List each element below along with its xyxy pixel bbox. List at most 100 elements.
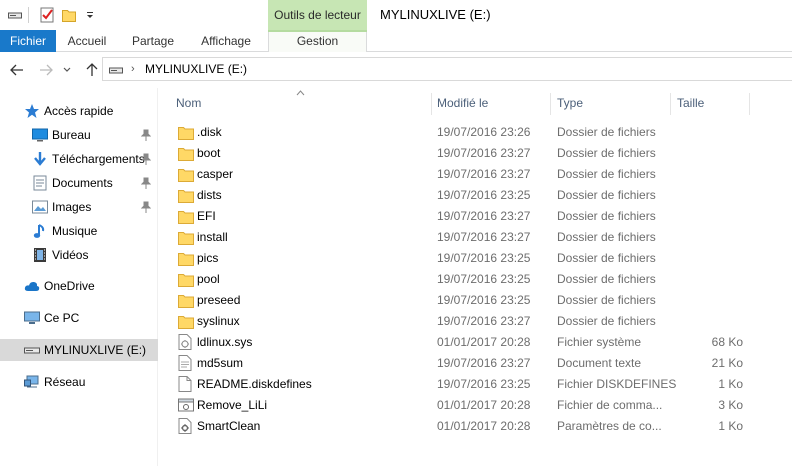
documents-icon <box>32 175 48 191</box>
file-type: Fichier de comma... <box>557 398 663 412</box>
sidebar-item-musique[interactable]: Musique <box>0 220 158 242</box>
file-row[interactable]: install 19/07/2016 23:27 Dossier de fich… <box>170 227 750 248</box>
file-type: Document texte <box>557 356 642 370</box>
sidebar-item-acces-rapide[interactable]: Accès rapide <box>0 100 158 122</box>
tab-affichage[interactable]: Affichage <box>191 30 261 52</box>
file-modified: 19/07/2016 23:27 <box>437 146 531 160</box>
config-file-icon <box>178 418 194 435</box>
tab-fichier[interactable]: Fichier <box>0 30 56 52</box>
column-header-modified[interactable]: Modifié le <box>437 88 549 118</box>
file-type: Dossier de fichiers <box>557 167 656 181</box>
breadcrumb-separator[interactable]: › <box>131 63 135 75</box>
images-icon <box>32 199 48 215</box>
pin-icon[interactable] <box>141 177 151 189</box>
ribbon-tabs: Fichier Accueil Partage Affichage Gestio… <box>0 30 792 52</box>
pin-icon[interactable] <box>141 201 151 213</box>
folder-icon <box>178 166 194 183</box>
sidebar-item-mylinuxlive[interactable]: MYLINUXLIVE (E:) <box>0 339 158 361</box>
file-row[interactable]: pool 19/07/2016 23:25 Dossier de fichier… <box>170 269 750 290</box>
sidebar-item-documents[interactable]: Documents <box>0 172 158 194</box>
videos-icon <box>32 247 48 263</box>
file-modified: 19/07/2016 23:25 <box>437 272 531 286</box>
folder-icon <box>178 124 194 141</box>
file-row[interactable]: dists 19/07/2016 23:25 Dossier de fichie… <box>170 185 750 206</box>
file-modified: 19/07/2016 23:27 <box>437 356 531 370</box>
column-divider[interactable] <box>550 93 551 115</box>
sidebar-label: Musique <box>52 224 98 238</box>
file-name: pool <box>197 272 220 286</box>
sidebar-label: Accès rapide <box>44 104 114 118</box>
file-name: md5sum <box>197 356 244 370</box>
folder-icon <box>178 292 194 309</box>
new-folder-icon[interactable] <box>61 6 77 24</box>
file-name: .disk <box>197 125 222 139</box>
up-arrow-icon[interactable] <box>83 61 101 79</box>
sidebar-item-videos[interactable]: Vidéos <box>0 244 158 266</box>
file-size: 21 Ko <box>711 356 743 370</box>
file-modified: 19/07/2016 23:25 <box>437 188 531 202</box>
sidebar-item-bureau[interactable]: Bureau <box>0 124 158 146</box>
properties-icon[interactable] <box>39 6 55 24</box>
column-divider[interactable] <box>670 93 671 115</box>
file-row[interactable]: syslinux 19/07/2016 23:27 Dossier de fic… <box>170 311 750 332</box>
back-arrow-icon[interactable] <box>8 61 26 79</box>
file-row[interactable]: preseed 19/07/2016 23:25 Dossier de fich… <box>170 290 750 311</box>
tab-gestion[interactable]: Gestion <box>268 30 367 52</box>
file-modified: 01/01/2017 20:28 <box>437 335 531 349</box>
sidebar-label: Réseau <box>44 375 86 389</box>
file-row[interactable]: casper 19/07/2016 23:27 Dossier de fichi… <box>170 164 750 185</box>
sidebar-label: OneDrive <box>44 279 95 293</box>
file-row[interactable]: EFI 19/07/2016 23:27 Dossier de fichiers <box>170 206 750 227</box>
file-row[interactable]: Remove_LiLi 01/01/2017 20:28 Fichier de … <box>170 395 750 416</box>
forward-arrow-icon[interactable] <box>37 61 55 79</box>
column-header-type[interactable]: Type <box>557 88 669 118</box>
file-row[interactable]: ldlinux.sys 01/01/2017 20:28 Fichier sys… <box>170 332 750 353</box>
tab-accueil[interactable]: Accueil <box>56 30 118 52</box>
folder-icon <box>178 250 194 267</box>
drive-icon <box>24 342 40 358</box>
desktop-icon <box>32 127 48 143</box>
folder-icon <box>178 208 194 225</box>
column-divider[interactable] <box>749 93 750 115</box>
download-icon <box>32 151 48 167</box>
file-name: pics <box>197 251 219 265</box>
system-file-icon <box>178 334 194 351</box>
file-modified: 19/07/2016 23:25 <box>437 251 531 265</box>
column-header-size[interactable]: Taille <box>677 88 747 118</box>
sidebar-item-telechargements[interactable]: Téléchargements <box>0 148 158 170</box>
column-divider[interactable] <box>431 93 432 115</box>
file-size: 1 Ko <box>718 419 743 433</box>
file-modified: 19/07/2016 23:27 <box>437 314 531 328</box>
file-row[interactable]: README.diskdefines 19/07/2016 23:25 Fich… <box>170 374 750 395</box>
file-row[interactable]: .disk 19/07/2016 23:26 Dossier de fichie… <box>170 122 750 143</box>
address-bar[interactable]: › MYLINUXLIVE (E:) <box>102 57 792 81</box>
file-row[interactable]: pics 19/07/2016 23:25 Dossier de fichier… <box>170 248 750 269</box>
star-icon <box>24 103 40 119</box>
pin-icon[interactable] <box>141 153 151 165</box>
breadcrumb-drive[interactable]: MYLINUXLIVE (E:) <box>145 62 247 76</box>
sidebar-item-images[interactable]: Images <box>0 196 158 218</box>
recent-locations-chevron-icon[interactable] <box>61 61 73 79</box>
file-modified: 19/07/2016 23:26 <box>437 125 531 139</box>
file-name: Remove_LiLi <box>197 398 268 412</box>
drive-tools-context-header: Outils de lecteur <box>268 0 367 30</box>
computer-icon <box>24 310 40 326</box>
file-modified: 01/01/2017 20:28 <box>437 398 531 412</box>
sidebar-item-reseau[interactable]: Réseau <box>0 371 158 393</box>
pin-icon[interactable] <box>141 129 151 141</box>
column-header-name[interactable]: Nom <box>176 88 430 118</box>
sidebar-item-onedrive[interactable]: OneDrive <box>0 275 158 297</box>
file-row[interactable]: SmartClean 01/01/2017 20:28 Paramètres d… <box>170 416 750 437</box>
sidebar-item-ce-pc[interactable]: Ce PC <box>0 307 158 329</box>
customize-toolbar-icon[interactable] <box>82 6 98 24</box>
file-type: Dossier de fichiers <box>557 293 656 307</box>
folder-icon <box>178 187 194 204</box>
file-type: Dossier de fichiers <box>557 209 656 223</box>
file-type: Dossier de fichiers <box>557 188 656 202</box>
file-type: Dossier de fichiers <box>557 314 656 328</box>
file-row[interactable]: md5sum 19/07/2016 23:27 Document texte 2… <box>170 353 750 374</box>
tab-partage[interactable]: Partage <box>122 30 184 52</box>
folder-icon <box>178 271 194 288</box>
file-name: boot <box>197 146 221 160</box>
file-row[interactable]: boot 19/07/2016 23:27 Dossier de fichier… <box>170 143 750 164</box>
